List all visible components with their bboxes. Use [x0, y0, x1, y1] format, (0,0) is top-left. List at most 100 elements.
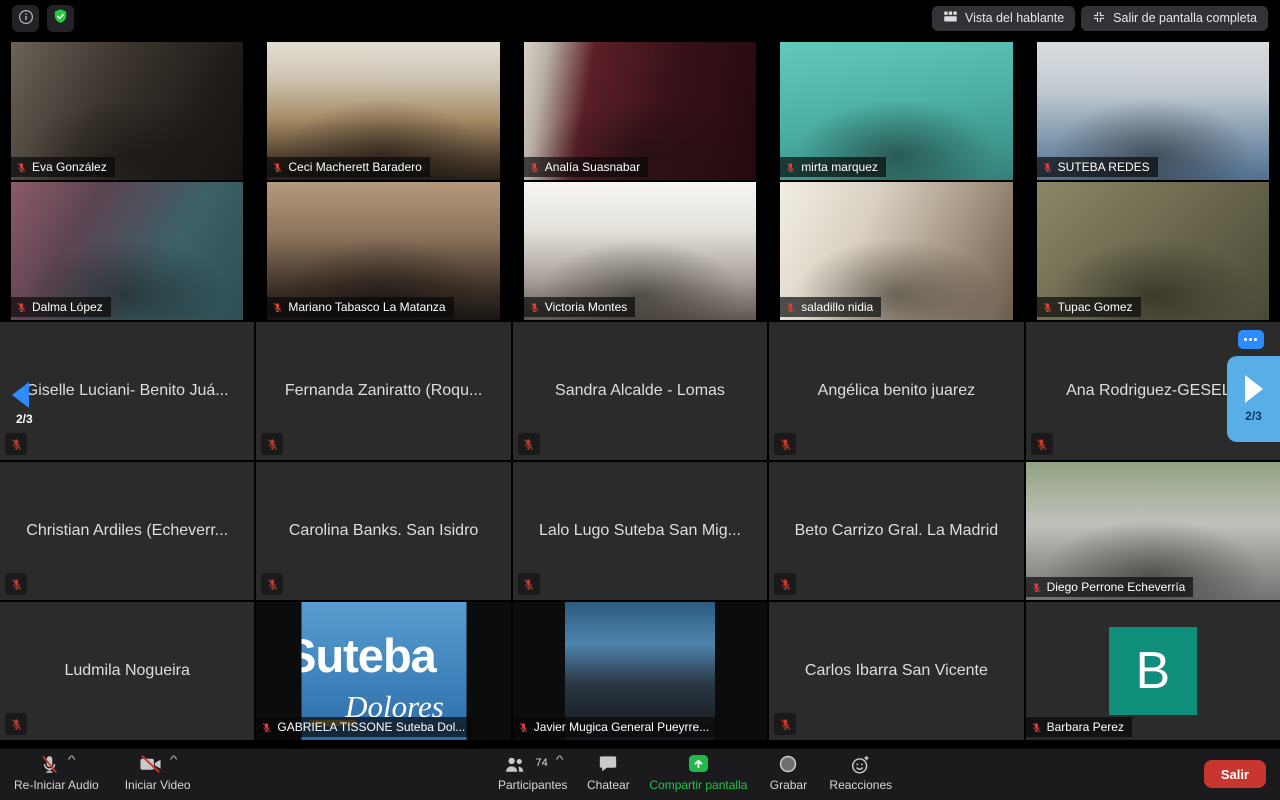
muted-mic-icon [16, 162, 27, 173]
participant-name: Analía Suasnabar [545, 160, 640, 174]
exit-fullscreen-button[interactable]: Salir de pantalla completa [1081, 6, 1268, 31]
participant-tile[interactable]: Victoria Montes [524, 182, 756, 320]
participant-grid: Eva González Ceci Macherett Baradero Ana… [0, 42, 1280, 740]
share-screen-icon [688, 754, 709, 773]
muted-mic-icon [1031, 582, 1042, 593]
toolbar-item-re-iniciar-audio[interactable]: ^Re-Iniciar Audio [14, 754, 99, 792]
record-icon [778, 754, 798, 774]
chat-icon [598, 754, 618, 773]
speaker-view-icon [943, 10, 958, 26]
muted-mic-icon [5, 433, 27, 455]
participant-name-tag: Javier Mugica General Pueyrre... [513, 717, 717, 737]
participant-count: 74 [535, 757, 547, 769]
participant-tile[interactable]: Carlos Ibarra San Vicente [769, 602, 1023, 740]
meeting-info-button[interactable] [12, 5, 39, 32]
chevron-up-icon[interactable]: ^ [170, 755, 178, 765]
participant-tile[interactable]: Mariano Tabasco La Matanza [267, 182, 499, 320]
muted-mic-icon [5, 713, 27, 735]
participant-tile[interactable]: Analía Suasnabar [524, 42, 756, 180]
participant-name: Angélica benito juarez [769, 322, 1023, 460]
participant-tile[interactable]: Sandra Alcalde - Lomas [513, 322, 767, 460]
toolbar-item-participantes[interactable]: 74^Participantes [498, 754, 567, 792]
participant-name-tag: Ceci Macherett Baradero [267, 157, 429, 177]
muted-mic-icon [1042, 162, 1053, 173]
muted-mic-icon [261, 573, 283, 595]
participant-name-tag: Barbara Perez [1026, 717, 1132, 737]
participant-tile[interactable]: Angélica benito juarez [769, 322, 1023, 460]
participant-name: saladillo nidia [801, 300, 873, 314]
muted-mic-icon [272, 302, 283, 313]
participant-name: Barbara Perez [1047, 720, 1124, 734]
participant-name: Sandra Alcalde - Lomas [513, 322, 767, 460]
muted-mic-icon [5, 573, 27, 595]
muted-mic-icon [1031, 722, 1042, 733]
participant-name: Javier Mugica General Pueyrre... [534, 720, 709, 734]
leave-meeting-button[interactable]: Salir [1204, 760, 1266, 788]
muted-mic-icon [529, 302, 540, 313]
bottom-toolbar: ^Re-Iniciar Audio ^Iniciar Video 74^Part… [0, 748, 1280, 800]
info-icon [18, 9, 34, 28]
toolbar-item-chatear[interactable]: Chatear [585, 754, 631, 792]
participant-tile[interactable]: Ludmila Nogueira [0, 602, 254, 740]
muted-mic-icon [272, 162, 283, 173]
participant-tile[interactable]: Javier Mugica General Pueyrre... [513, 602, 767, 740]
participant-tile[interactable]: Ceci Macherett Baradero [267, 42, 499, 180]
muted-mic-icon [261, 722, 272, 733]
participant-tile[interactable]: B Barbara Perez [1026, 602, 1280, 740]
prev-page-control[interactable]: 2/3 [12, 382, 52, 426]
participant-tile[interactable]: Lalo Lugo Suteba San Mig... [513, 462, 767, 600]
mic-muted-icon [39, 754, 60, 775]
muted-mic-icon [774, 433, 796, 455]
more-dots-icon [1244, 338, 1247, 341]
participant-tile[interactable]: SutebaDolores GABRIELA TISSONE Suteba Do… [256, 602, 510, 740]
chevron-up-icon[interactable]: ^ [555, 755, 563, 765]
page-indicator: 2/3 [12, 412, 33, 426]
toolbar-item-label: Compartir pantalla [649, 778, 747, 792]
participant-tile[interactable]: Beto Carrizo Gral. La Madrid [769, 462, 1023, 600]
toolbar-item-compartir-pantalla[interactable]: Compartir pantalla [649, 754, 747, 792]
toolbar-item-label: Reacciones [829, 778, 892, 792]
participant-tile[interactable]: Christian Ardiles (Echeverr... [0, 462, 254, 600]
toolbar-item-reacciones[interactable]: Reacciones [829, 754, 892, 792]
topbar-left-group [12, 5, 74, 32]
participant-tile[interactable]: Fernanda Zaniratto (Roqu... [256, 322, 510, 460]
reactions-icon [850, 754, 872, 775]
participant-tile[interactable]: Dalma López [11, 182, 243, 320]
zoom-meeting-window: Vista del hablante Salir de pantalla com… [0, 0, 1280, 800]
participant-name: Fernanda Zaniratto (Roqu... [256, 322, 510, 460]
participant-tile[interactable]: saladillo nidia [780, 182, 1012, 320]
participant-tile[interactable]: Carolina Banks. San Isidro [256, 462, 510, 600]
participant-name: Dalma López [32, 300, 103, 314]
toolbar-item-label: Grabar [770, 778, 807, 792]
toolbar-left-group: ^Re-Iniciar Audio ^Iniciar Video [14, 754, 191, 792]
participant-name: GABRIELA TISSONE Suteba Dol... [277, 720, 465, 734]
participant-name: Ceci Macherett Baradero [288, 160, 421, 174]
participant-name-tag: Tupac Gomez [1037, 297, 1141, 317]
speaker-view-button[interactable]: Vista del hablante [932, 6, 1075, 31]
participants-icon [503, 754, 526, 775]
participant-tile[interactable]: SUTEBA REDES [1037, 42, 1269, 180]
page-indicator: 2/3 [1245, 409, 1262, 423]
participant-tile[interactable]: Tupac Gomez [1037, 182, 1269, 320]
muted-mic-icon [774, 573, 796, 595]
participant-tile[interactable]: Diego Perrone Echeverría [1026, 462, 1280, 600]
muted-mic-icon [261, 433, 283, 455]
avatar: B [1109, 627, 1197, 715]
chevron-up-icon[interactable]: ^ [67, 755, 75, 765]
exit-fullscreen-icon [1092, 10, 1106, 27]
participant-name-tag: Diego Perrone Echeverría [1026, 577, 1194, 597]
participant-name-tag: Victoria Montes [524, 297, 635, 317]
muted-mic-icon [785, 162, 796, 173]
security-shield-icon [52, 8, 69, 28]
participant-tile[interactable]: Eva González [11, 42, 243, 180]
toolbar-item-iniciar-video[interactable]: ^Iniciar Video [125, 754, 191, 792]
security-button[interactable] [47, 5, 74, 32]
participant-tile[interactable]: mirta marquez [780, 42, 1012, 180]
participant-name: Carolina Banks. San Isidro [256, 462, 510, 600]
participant-name-tag: Eva González [11, 157, 115, 177]
next-page-control[interactable]: 2/3 [1227, 356, 1280, 442]
muted-mic-icon [774, 713, 796, 735]
toolbar-item-grabar[interactable]: Grabar [765, 754, 811, 792]
muted-mic-icon [529, 162, 540, 173]
tile-more-options-button[interactable] [1238, 330, 1264, 349]
